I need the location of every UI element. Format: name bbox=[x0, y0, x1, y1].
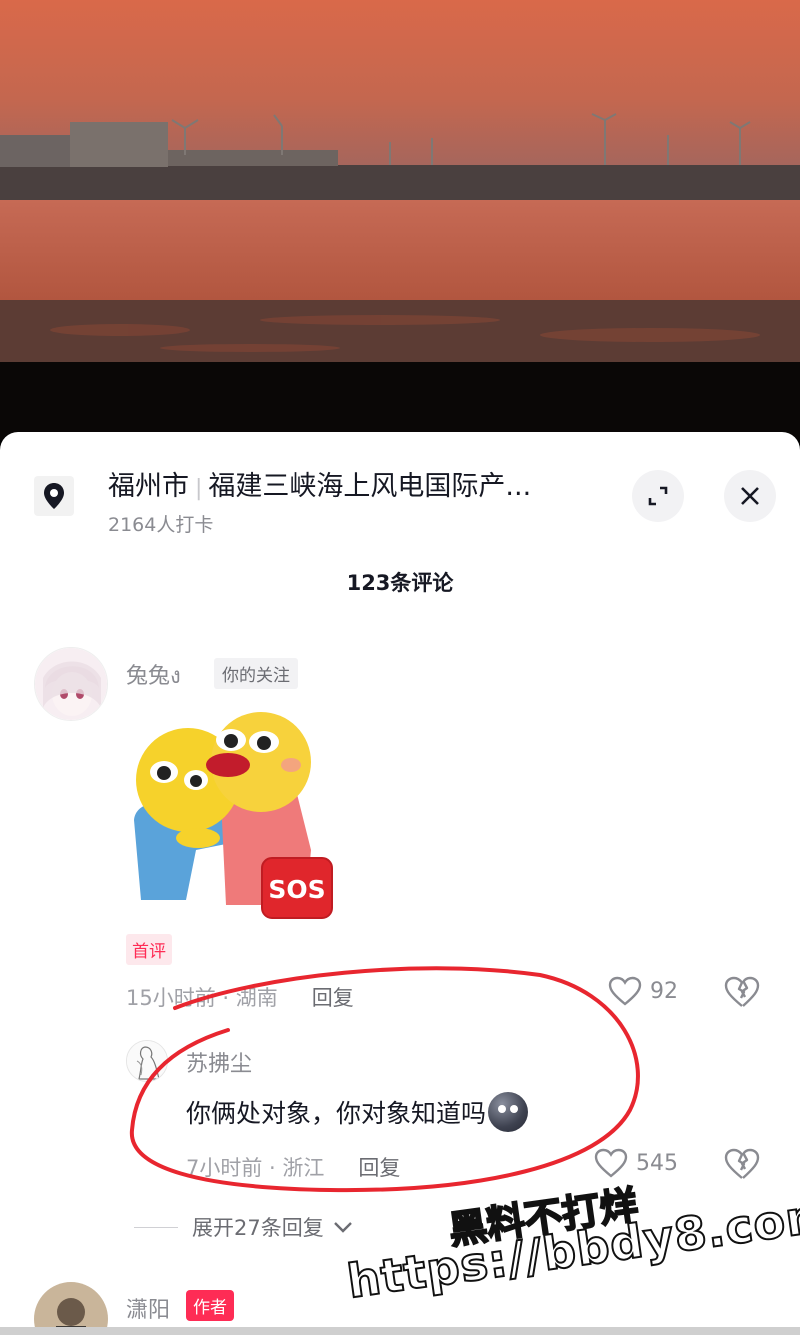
reply-dislike-button[interactable] bbox=[724, 1148, 760, 1184]
reply-like-button[interactable]: 545 bbox=[594, 1148, 678, 1178]
reply-text: 你俩处对象，你对象知道吗 bbox=[186, 1092, 529, 1135]
comment-meta: 15小时前 · 湖南 回复 bbox=[126, 982, 354, 1012]
avatar[interactable] bbox=[34, 647, 108, 721]
heart-icon bbox=[608, 976, 642, 1006]
location-city: 福州市 bbox=[108, 471, 189, 502]
close-button[interactable] bbox=[724, 470, 776, 522]
next-comment-username[interactable]: 潇阳 bbox=[126, 1292, 170, 1324]
reply-meta: 7小时前 · 浙江 回复 bbox=[186, 1152, 400, 1182]
broken-heart-icon bbox=[724, 976, 760, 1007]
reply-body: 你俩处对象，你对象知道吗 bbox=[186, 1099, 487, 1128]
bottom-edge bbox=[0, 1327, 800, 1335]
reply-button[interactable]: 回复 bbox=[312, 986, 354, 1010]
moon-face-emoji-icon bbox=[488, 1092, 529, 1132]
reply-time-location: 7小时前 · 浙江 bbox=[186, 1156, 325, 1180]
broken-heart-icon bbox=[724, 1148, 760, 1179]
chevron-down-icon bbox=[333, 1222, 352, 1233]
reply-username[interactable]: 苏拂尘 bbox=[186, 1046, 252, 1078]
hug-sticker-image[interactable]: SOS bbox=[126, 710, 336, 922]
dislike-button[interactable] bbox=[724, 976, 760, 1012]
following-badge: 你的关注 bbox=[214, 658, 298, 689]
like-button[interactable]: 92 bbox=[608, 976, 678, 1006]
expand-icon bbox=[648, 486, 668, 506]
first-comment-badge: 首评 bbox=[126, 934, 172, 965]
svg-text:SOS: SOS bbox=[268, 875, 325, 904]
close-icon bbox=[741, 487, 759, 505]
heart-icon bbox=[594, 1148, 628, 1178]
expand-replies-button[interactable]: 展开27条回复 bbox=[134, 1212, 354, 1242]
comment-username[interactable]: 兔兔ง bbox=[126, 658, 181, 693]
location-place: 福建三峡海上风电国际产... bbox=[208, 471, 532, 502]
reply-like-count: 545 bbox=[636, 1150, 678, 1176]
location-pin-icon bbox=[34, 476, 74, 516]
expand-replies-label: 展开27条回复 bbox=[192, 1216, 324, 1240]
author-badge: 作者 bbox=[186, 1290, 234, 1321]
checkin-count: 2164人打卡 bbox=[108, 514, 214, 536]
reply-avatar[interactable] bbox=[126, 1040, 168, 1082]
reply-reply-button[interactable]: 回复 bbox=[358, 1156, 400, 1180]
comments-count-title: 123条评论 bbox=[346, 571, 454, 595]
background-video-frame[interactable] bbox=[0, 0, 800, 440]
like-count: 92 bbox=[650, 978, 678, 1004]
divider-line bbox=[134, 1226, 178, 1228]
title-divider: | bbox=[195, 476, 203, 501]
comment-time-location: 15小时前 · 湖南 bbox=[126, 986, 278, 1010]
location-title[interactable]: 福州市 | 福建三峡海上风电国际产... bbox=[108, 464, 531, 503]
expand-button[interactable] bbox=[632, 470, 684, 522]
